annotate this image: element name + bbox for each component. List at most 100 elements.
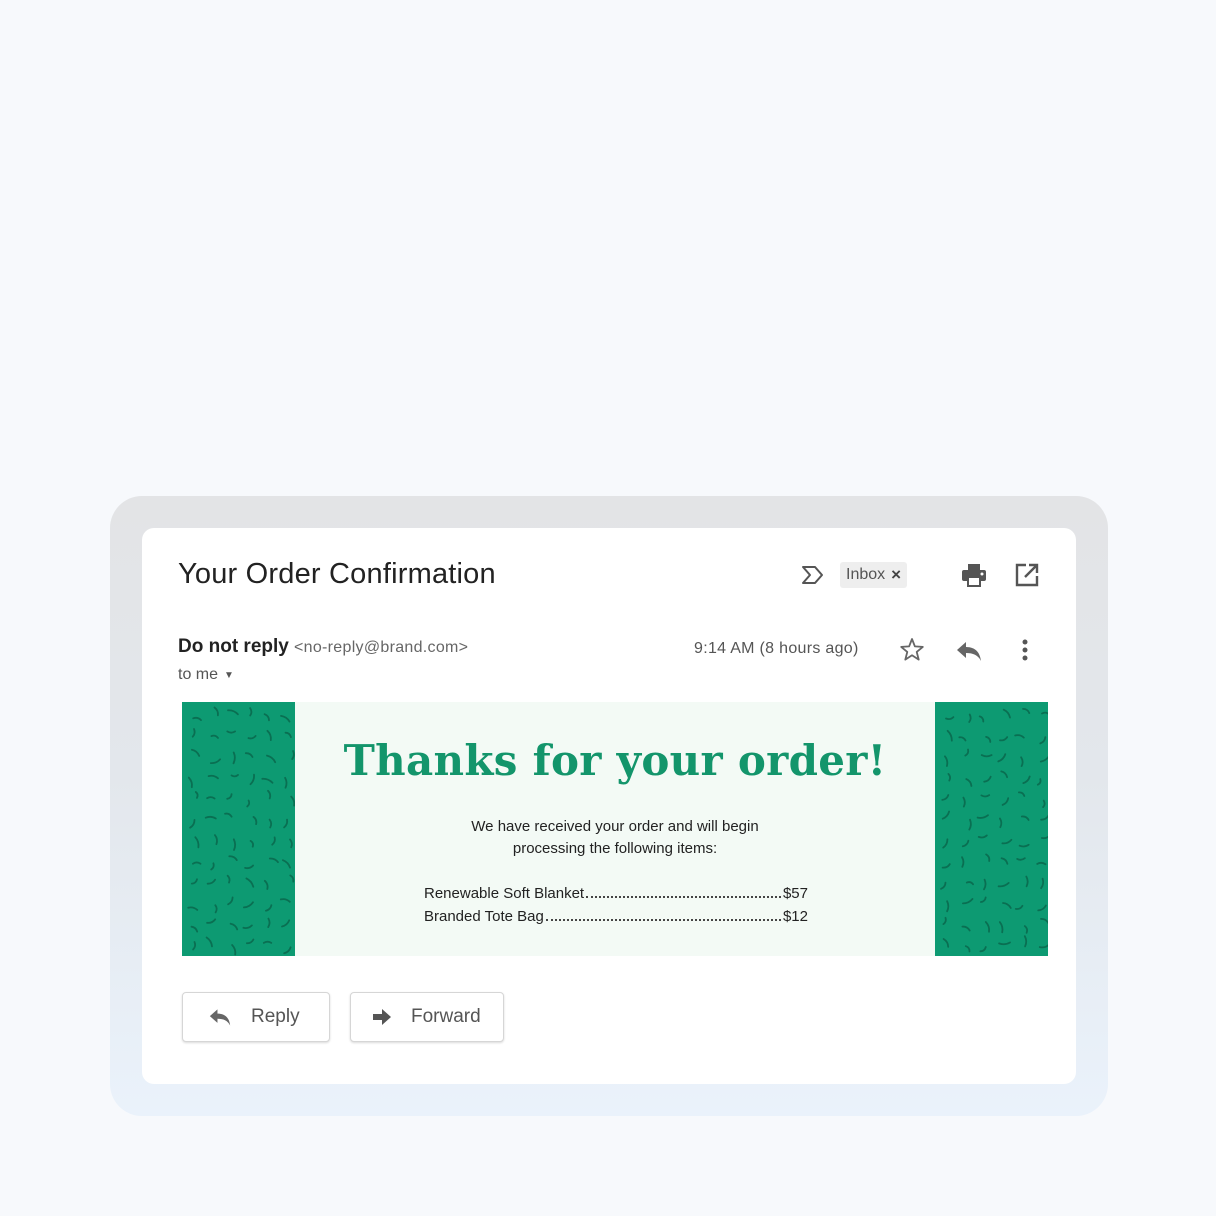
- item-price: $12: [782, 908, 808, 925]
- confetti-squiggle: [245, 877, 255, 888]
- confetti-squiggle: [192, 861, 202, 865]
- confetti-squiggle: [1002, 902, 1012, 909]
- confetti-squiggle: [187, 776, 193, 789]
- confetti-squiggle: [192, 716, 202, 721]
- more-vert-icon[interactable]: [1014, 636, 1036, 664]
- confetti-squiggle: [977, 834, 988, 839]
- confetti-squiggle: [965, 881, 974, 886]
- confetti-squiggle: [290, 795, 295, 807]
- confetti-squiggle: [968, 818, 972, 831]
- sender-email: <no-reply@brand.com>: [294, 639, 469, 656]
- confetti-squiggle: [191, 728, 196, 738]
- confetti-squiggle: [1014, 904, 1024, 910]
- confetti-squiggle: [1038, 944, 1048, 949]
- confetti-squiggle: [1022, 708, 1031, 714]
- email-card: Your Order Confirmation Inbox × Do not r…: [142, 528, 1076, 1084]
- confetti-squiggle: [978, 715, 985, 723]
- confetti-squiggle: [268, 818, 273, 829]
- confetti-squiggle: [942, 838, 949, 849]
- confetti-squiggle: [232, 751, 236, 765]
- email-timestamp: 9:14 AM (8 hours ago): [694, 640, 859, 657]
- confetti-squiggle: [1040, 814, 1048, 821]
- confetti-squiggle: [1036, 861, 1047, 866]
- reply-icon: [209, 1009, 231, 1026]
- confetti-squiggle: [980, 896, 987, 903]
- confetti-squiggle: [1023, 935, 1028, 948]
- confetti-squiggle: [279, 898, 291, 903]
- confetti-squiggle: [980, 794, 991, 798]
- confetti-squiggle: [189, 819, 196, 829]
- confetti-squiggle: [210, 862, 215, 871]
- confetti-squiggle: [985, 736, 992, 743]
- confetti-squiggle: [243, 901, 254, 909]
- confetti-squiggle: [247, 735, 257, 740]
- open-in-new-icon[interactable]: [1014, 562, 1040, 588]
- confetti-squiggle: [1041, 835, 1048, 840]
- confetti-squiggle: [226, 730, 236, 734]
- reply-button[interactable]: Reply: [182, 992, 330, 1042]
- recipient-text: to me: [178, 666, 219, 683]
- star-icon[interactable]: [898, 636, 926, 664]
- confetti-squiggle: [962, 898, 974, 905]
- recipient-details-toggle[interactable]: to me ▼: [178, 666, 234, 684]
- confetti-squiggle: [249, 707, 253, 717]
- order-item-row: Branded Tote Bag $12: [424, 905, 808, 928]
- confetti-squiggle: [271, 836, 276, 846]
- confetti-squiggle: [289, 838, 293, 849]
- forward-button[interactable]: Forward: [350, 992, 504, 1042]
- confetti-squiggle: [262, 940, 273, 944]
- confetti-squiggle: [947, 773, 952, 782]
- confetti-squiggle: [980, 754, 993, 758]
- confetti-squiggle: [1001, 797, 1010, 806]
- confetti-squiggle: [946, 900, 950, 913]
- confetti-squiggle: [190, 925, 199, 933]
- confetti-squiggle: [289, 874, 295, 883]
- confetti-squiggle: [283, 818, 289, 829]
- confetti-squiggle: [207, 774, 219, 780]
- confetti-squiggle: [268, 857, 279, 864]
- inbox-label-chip: Inbox ×: [840, 562, 908, 588]
- confetti-squiggle: [961, 856, 965, 868]
- confetti-squiggle: [941, 794, 950, 801]
- print-icon[interactable]: [960, 562, 988, 588]
- confetti-squiggle: [249, 773, 255, 786]
- confetti-squiggle: [252, 816, 258, 825]
- banner-pattern-left: [182, 702, 295, 956]
- item-leader-dots: [586, 896, 781, 898]
- confetti-squiggle: [246, 938, 255, 945]
- banner-intro-line-2: processing the following items:: [512, 840, 718, 857]
- label-icon[interactable]: [800, 564, 826, 586]
- confetti-squiggle: [1000, 857, 1009, 865]
- confetti-squiggle: [261, 777, 274, 784]
- order-item-row: Renewable Soft Blanket $57: [424, 882, 808, 905]
- banner-intro-line-1: We have received your order and will beg…: [471, 818, 759, 835]
- confetti-squiggle: [1040, 917, 1048, 924]
- confetti-squiggle: [282, 859, 291, 869]
- confetti-squiggle: [194, 791, 199, 799]
- order-banner: Thanks for your order! We have received …: [182, 702, 1048, 956]
- reply-icon[interactable]: [954, 638, 984, 664]
- remove-label-icon[interactable]: ×: [891, 565, 901, 585]
- confetti-squiggle: [940, 881, 947, 890]
- confetti-squiggle: [998, 941, 1011, 946]
- inbox-label-text: Inbox: [846, 566, 886, 583]
- confetti-squiggle: [249, 840, 254, 848]
- confetti-squiggle: [999, 736, 1009, 742]
- confetti-squiggle: [228, 855, 238, 861]
- confetti-squiggle: [214, 904, 218, 914]
- confetti-squiggle: [1040, 877, 1045, 890]
- confetti-squiggle: [1002, 708, 1011, 719]
- confetti-squiggle: [945, 716, 955, 720]
- confetti-squiggle: [979, 946, 987, 953]
- confetti-squiggle: [1042, 799, 1046, 808]
- confetti-squiggle: [962, 796, 966, 808]
- confetti-squiggle: [997, 753, 1007, 763]
- confetti-squiggle: [1016, 857, 1026, 861]
- confetti-squiggle: [983, 775, 992, 783]
- confetti-squiggle: [984, 921, 991, 933]
- confetti-squiggle: [242, 924, 253, 929]
- banner-intro: We have received your order and will beg…: [295, 816, 935, 860]
- confetti-squiggle: [961, 925, 971, 932]
- confetti-squiggle: [976, 814, 989, 819]
- confetti-squiggle: [965, 778, 973, 787]
